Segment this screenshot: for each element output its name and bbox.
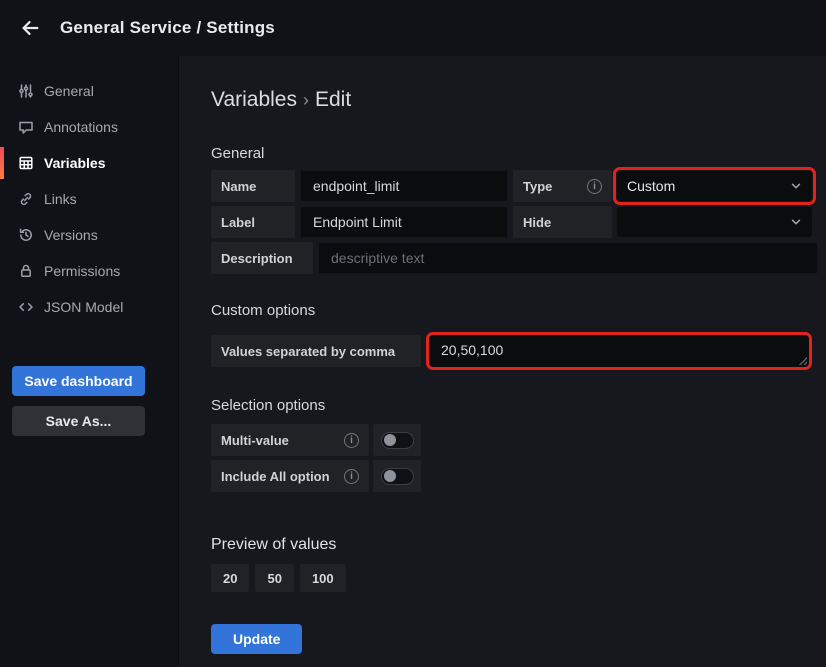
lock-icon bbox=[18, 263, 34, 279]
sidebar-item-label: Links bbox=[44, 191, 77, 207]
toggle-knob bbox=[384, 434, 396, 446]
breadcrumb-current: Edit bbox=[315, 88, 351, 111]
include-all-label: Include All option i bbox=[211, 460, 369, 492]
sidebar-item-versions[interactable]: Versions bbox=[0, 217, 178, 253]
values-label: Values separated by comma bbox=[211, 335, 421, 367]
sidebar-item-json-model[interactable]: JSON Model bbox=[0, 289, 178, 325]
custom-options-heading: Custom options bbox=[211, 302, 826, 319]
history-icon bbox=[18, 227, 34, 243]
multi-value-row: Multi-value i bbox=[211, 424, 826, 456]
type-info-icon[interactable]: i bbox=[587, 179, 602, 194]
breadcrumb-separator: › bbox=[297, 90, 315, 110]
sliders-icon bbox=[18, 83, 34, 99]
preview-value-chip: 50 bbox=[255, 564, 293, 592]
label-input[interactable] bbox=[300, 206, 508, 238]
toggle-track bbox=[381, 432, 414, 449]
sidebar-item-variables[interactable]: Variables bbox=[0, 145, 178, 181]
sidebar-item-links[interactable]: Links bbox=[0, 181, 178, 217]
back-button[interactable] bbox=[16, 14, 44, 42]
hide-select[interactable] bbox=[616, 206, 813, 238]
name-type-row: Name Type i Custom bbox=[211, 170, 826, 202]
toggle-track bbox=[381, 468, 414, 485]
sidebar-item-label: Versions bbox=[44, 227, 98, 243]
sidebar-item-label: General bbox=[44, 83, 94, 99]
description-input[interactable] bbox=[318, 242, 818, 274]
code-icon bbox=[18, 299, 34, 315]
comment-icon bbox=[18, 119, 34, 135]
sidebar-item-permissions[interactable]: Permissions bbox=[0, 253, 178, 289]
description-label: Description bbox=[211, 242, 313, 274]
link-icon bbox=[18, 191, 34, 207]
variable-editor: Variables›Edit General Name Type i Custo… bbox=[178, 56, 826, 667]
save-dashboard-button[interactable]: Save dashboard bbox=[12, 366, 145, 396]
label-label: Label bbox=[211, 206, 295, 238]
save-as-button[interactable]: Save As... bbox=[12, 406, 145, 436]
sidebar-item-annotations[interactable]: Annotations bbox=[0, 109, 178, 145]
toggle-knob bbox=[384, 470, 396, 482]
name-input[interactable] bbox=[300, 170, 508, 202]
preview-values: 20 50 100 bbox=[211, 564, 826, 592]
breadcrumb: Variables›Edit bbox=[211, 88, 826, 112]
label-hide-row: Label Hide bbox=[211, 206, 826, 238]
chevron-down-icon bbox=[790, 180, 802, 192]
sidebar-item-label: Annotations bbox=[44, 119, 118, 135]
values-row: Values separated by comma 20,50,100 bbox=[211, 335, 826, 367]
multi-value-toggle[interactable] bbox=[373, 424, 421, 456]
sidebar-item-label: Variables bbox=[44, 155, 106, 171]
selection-options-heading: Selection options bbox=[211, 397, 826, 414]
page-title: General Service / Settings bbox=[60, 18, 275, 38]
sidebar-item-general[interactable]: General bbox=[0, 73, 178, 109]
preview-heading: Preview of values bbox=[211, 536, 826, 554]
preview-value-chip: 20 bbox=[211, 564, 249, 592]
update-button[interactable]: Update bbox=[211, 624, 302, 654]
breadcrumb-variables[interactable]: Variables bbox=[211, 88, 297, 111]
include-all-info-icon[interactable]: i bbox=[344, 469, 359, 484]
grafana-settings-page: General Service / Settings General Annot… bbox=[0, 0, 826, 667]
include-all-row: Include All option i bbox=[211, 460, 826, 492]
values-textarea[interactable]: 20,50,100 bbox=[429, 335, 809, 367]
type-select-value: Custom bbox=[627, 178, 675, 194]
name-label: Name bbox=[211, 170, 295, 202]
sidebar-item-label: Permissions bbox=[44, 263, 120, 279]
general-section-heading: General bbox=[211, 145, 826, 162]
settings-sidebar: General Annotations Variables Links bbox=[0, 56, 178, 667]
description-row: Description bbox=[211, 242, 826, 274]
preview-value-chip: 100 bbox=[300, 564, 346, 592]
hide-label: Hide bbox=[513, 206, 612, 238]
include-all-toggle[interactable] bbox=[373, 460, 421, 492]
sidebar-item-label: JSON Model bbox=[44, 299, 123, 315]
table-icon bbox=[18, 155, 34, 171]
arrow-left-icon bbox=[19, 17, 41, 39]
chevron-down-icon bbox=[790, 216, 802, 228]
multi-value-info-icon[interactable]: i bbox=[344, 433, 359, 448]
type-select[interactable]: Custom bbox=[616, 170, 813, 202]
top-bar: General Service / Settings bbox=[0, 0, 826, 56]
type-label: Type i bbox=[513, 170, 612, 202]
multi-value-label: Multi-value i bbox=[211, 424, 369, 456]
